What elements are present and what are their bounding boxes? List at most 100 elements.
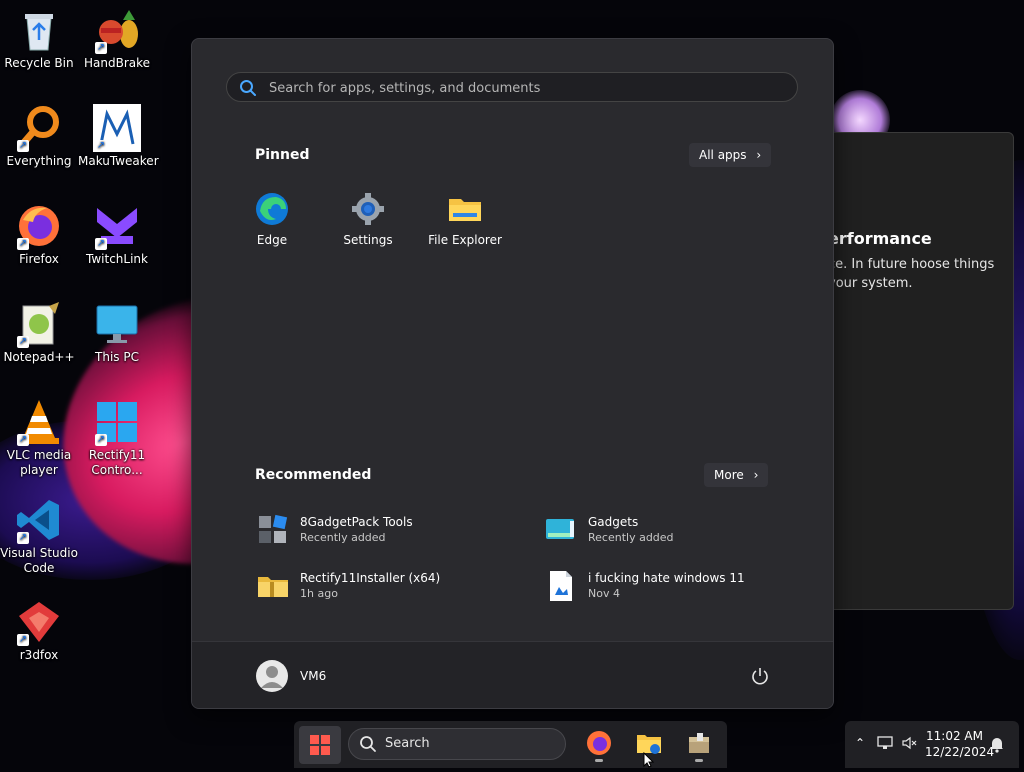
desktop-icon-label: TwitchLink [86,252,148,266]
settings-gear-icon [350,191,386,227]
taskbar-package-icon[interactable] [685,729,713,762]
shortcut-arrow-icon: ↗ [95,42,107,54]
desktop-icon-label: Recycle Bin [4,56,74,70]
shortcut-arrow-icon: ↗ [17,434,29,446]
taskbar-firefox-icon[interactable] [585,729,613,762]
notification-bell-icon[interactable] [989,735,1005,757]
recommended-item-name: Rectify11Installer (x64) [300,571,441,585]
shortcut-arrow-icon: ↗ [17,336,29,348]
folder-icon [447,191,483,227]
desktop-icon-label: Rectify11 Contro... [88,448,146,477]
desktop-icon-recycle-bin[interactable]: Recycle Bin [0,6,78,71]
power-icon[interactable] [750,666,770,686]
start-menu-footer: VM6 [192,641,833,708]
all-apps-button[interactable]: All apps › [689,143,772,167]
desktop-icon-this-pc[interactable]: This PC [78,300,156,365]
desktop-icon-label: Everything [6,154,72,168]
pinned-app-settings[interactable]: Settings [323,191,413,247]
recommended-item[interactable]: 8GadgetPack Tools Recently added [256,513,516,553]
clock-time: 11:02 AM [926,729,983,743]
recommended-item[interactable]: Rectify11Installer (x64) 1h ago [256,569,516,609]
pinned-app-label: Edge [256,233,288,247]
pinned-section-title: Pinned [255,147,310,163]
recommended-item-name: Gadgets [588,515,639,529]
vlc-cone-icon: ↗ [15,398,63,446]
desktop-icon-r3dfox[interactable]: ↗ r3dfox [0,598,78,663]
shortcut-arrow-icon: ↗ [17,634,29,646]
mouse-cursor-icon [643,751,655,772]
recommended-item-subtitle: Recently added [300,531,386,544]
shortcut-arrow-icon: ↗ [95,238,107,250]
chevron-right-icon: › [756,148,762,162]
r3dfox-icon: ↗ [15,598,63,646]
recommended-item-name: i fucking hate windows 11 [588,571,745,585]
shortcut-arrow-icon: ↗ [95,140,107,152]
desktop-icon-everything[interactable]: ↗ Everything [0,104,78,169]
desktop-icon-firefox[interactable]: ↗ Firefox [0,202,78,267]
recommended-section-title: Recommended [255,467,372,483]
search-icon [359,735,377,757]
shortcut-arrow-icon: ↗ [17,238,29,250]
taskbar-search-label: Search [385,736,430,751]
desktop-icon-label: r3dfox [19,648,59,662]
everything-search-icon: ↗ [15,104,63,152]
user-name[interactable]: VM6 [300,669,326,683]
running-indicator [595,759,603,762]
chevron-up-icon[interactable]: ⌃ [855,736,865,750]
pinned-app-edge[interactable]: Edge [227,191,317,247]
gadgetpack-tools-icon [256,513,290,547]
desktop-icon-handbrake[interactable]: ↗ HandBrake [78,6,156,71]
desktop-icon-vscode[interactable]: ↗ Visual Studio Code [0,496,78,576]
avatar[interactable] [256,660,288,692]
recommended-item-subtitle: Nov 4 [588,587,620,600]
shortcut-arrow-icon: ↗ [95,434,107,446]
desktop-icon-label: VLC media player [6,448,72,477]
background-window-text: ce. In future hoose things your system. [828,257,995,291]
desktop-icon-makutweaker[interactable]: ↗ MakuTweaker [78,104,159,169]
clock-date: 12/22/2024 [925,745,995,759]
desktop-icon-label: This PC [95,350,139,364]
volume-muted-icon[interactable] [901,735,917,755]
taskbar: Search [294,721,727,768]
start-search-box[interactable] [226,72,798,103]
desktop-icon-rectify11[interactable]: ↗ Rectify11 Contro... [78,398,156,478]
desktop-icon-twitchlink[interactable]: ↗ TwitchLink [78,202,156,267]
more-label: More [714,468,744,482]
vscode-icon: ↗ [15,496,63,544]
recycle-bin-icon [15,6,63,54]
background-window-title: erformance [828,229,932,248]
recommended-item[interactable]: i fucking hate windows 11 Nov 4 [544,569,804,609]
windows-logo-icon: ↗ [93,398,141,446]
firefox-icon: ↗ [15,202,63,250]
all-apps-label: All apps [699,148,747,162]
zip-folder-icon [256,569,290,603]
notepad-plus-plus-icon: ↗ [15,300,63,348]
taskbar-search-box[interactable]: Search [348,728,566,760]
edge-icon [254,191,290,227]
shortcut-arrow-icon: ↗ [17,532,29,544]
recommended-item-name: 8GadgetPack Tools [300,515,413,529]
pinned-app-label: Settings [343,233,393,247]
pinned-app-label: File Explorer [428,233,502,247]
network-icon[interactable] [877,735,893,755]
desktop-icon-notepad-plus-plus[interactable]: ↗ Notepad++ [0,300,78,365]
desktop-icon-label: Notepad++ [3,350,75,364]
chevron-right-icon: › [753,468,759,482]
start-button[interactable] [299,726,341,764]
more-button[interactable]: More › [704,463,769,487]
gadgets-icon [544,513,578,547]
clock[interactable]: 11:02 AM 12/22/2024 [925,728,995,760]
start-menu: Pinned All apps › Edge Settings File Exp… [191,38,834,709]
search-icon [239,79,257,101]
desktop-icon-label: HandBrake [83,56,151,70]
start-search-input[interactable] [267,73,791,103]
running-indicator [695,759,703,762]
recommended-item-subtitle: Recently added [588,531,674,544]
twitchlink-icon: ↗ [93,202,141,250]
recommended-item[interactable]: Gadgets Recently added [544,513,804,553]
background-window[interactable]: erformance ce. In future hoose things yo… [805,132,1014,610]
desktop-icon-vlc[interactable]: ↗ VLC media player [0,398,78,478]
monitor-icon [93,300,141,348]
pinned-app-file-explorer[interactable]: File Explorer [420,191,510,247]
desktop-icon-label: MakuTweaker [78,154,159,168]
